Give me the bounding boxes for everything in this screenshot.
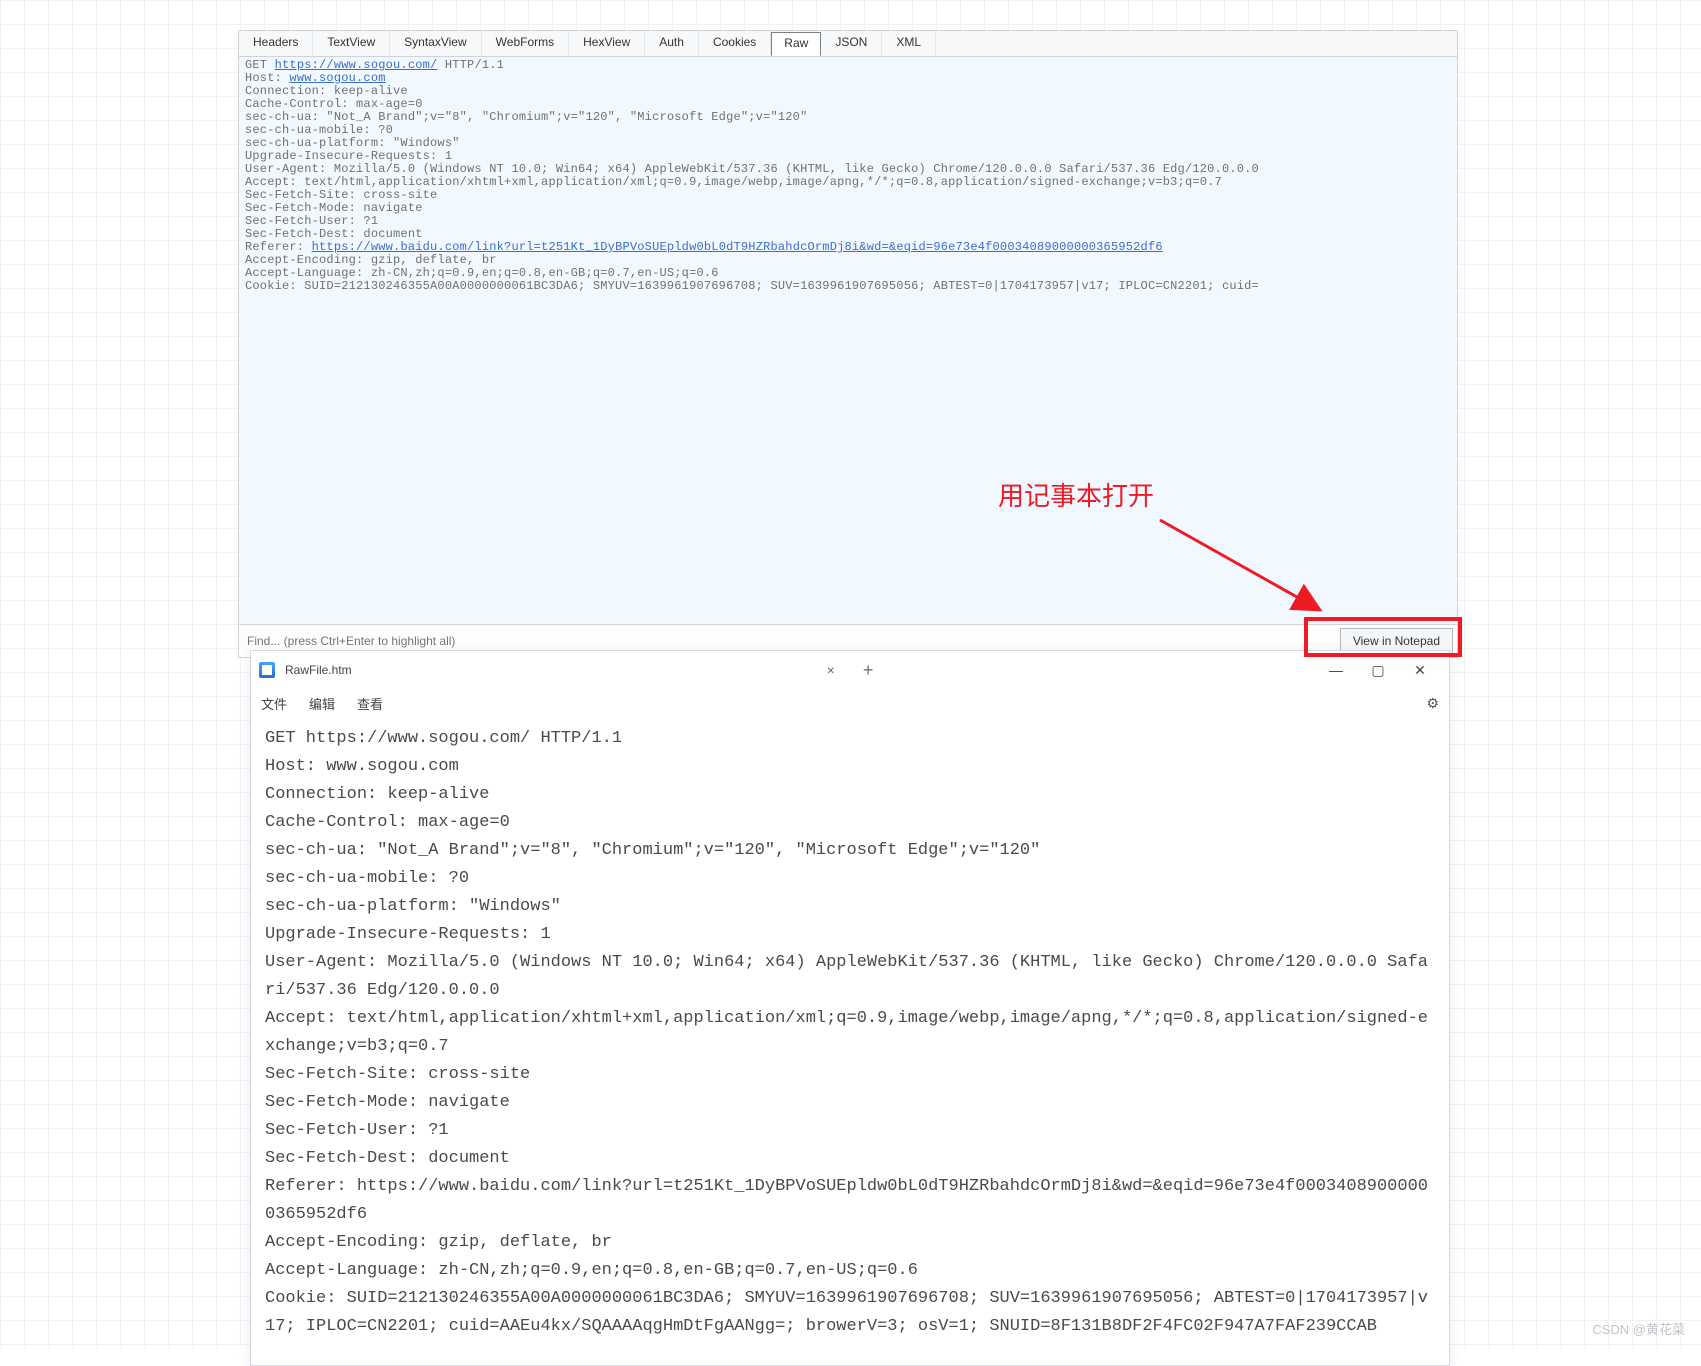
- raw-line: sec-ch-ua-platform: "Windows": [245, 136, 460, 150]
- tab-add-icon[interactable]: +: [863, 660, 874, 681]
- menu-file[interactable]: 文件: [261, 694, 287, 713]
- gear-icon[interactable]: ⚙: [1426, 695, 1439, 712]
- referer-label: Referer:: [245, 240, 312, 254]
- http-version: HTTP/1.1: [437, 58, 504, 72]
- raw-line: sec-ch-ua: "Not_A Brand";v="8", "Chromiu…: [245, 110, 808, 124]
- minimize-button[interactable]: —: [1315, 662, 1357, 678]
- raw-text-area[interactable]: GET https://www.sogou.com/ HTTP/1.1 Host…: [239, 57, 1457, 625]
- raw-line: Accept-Encoding: gzip, deflate, br: [245, 253, 497, 267]
- maximize-button[interactable]: ▢: [1357, 662, 1399, 679]
- raw-line: Accept-Language: zh-CN,zh;q=0.9,en;q=0.8…: [245, 266, 719, 280]
- raw-line: Sec-Fetch-Site: cross-site: [245, 188, 437, 202]
- raw-line: User-Agent: Mozilla/5.0 (Windows NT 10.0…: [245, 162, 1259, 176]
- menu-edit[interactable]: 编辑: [309, 694, 335, 713]
- notepad-body[interactable]: GET https://www.sogou.com/ HTTP/1.1 Host…: [251, 717, 1449, 1365]
- tab-close-icon[interactable]: ×: [827, 662, 835, 678]
- notepad-window: RawFile.htm × + — ▢ ✕ 文件 编辑 查看 ⚙ GET htt…: [250, 650, 1450, 1366]
- raw-line: Sec-Fetch-Mode: navigate: [245, 201, 423, 215]
- tab-cookies[interactable]: Cookies: [699, 31, 771, 56]
- tab-raw[interactable]: Raw: [771, 32, 821, 56]
- referer-link[interactable]: https://www.baidu.com/link?url=t251Kt_1D…: [312, 240, 1163, 254]
- tab-textview[interactable]: TextView: [313, 31, 390, 56]
- tab-hexview[interactable]: HexView: [569, 31, 645, 56]
- raw-text-content: GET https://www.sogou.com/ HTTP/1.1 Host…: [245, 59, 1453, 293]
- raw-line: Accept: text/html,application/xhtml+xml,…: [245, 175, 1222, 189]
- raw-line: Sec-Fetch-User: ?1: [245, 214, 378, 228]
- raw-line: Sec-Fetch-Dest: document: [245, 227, 423, 241]
- host-label: Host:: [245, 71, 289, 85]
- tab-auth[interactable]: Auth: [645, 31, 699, 56]
- raw-line: Cache-Control: max-age=0: [245, 97, 423, 111]
- raw-method: GET: [245, 58, 275, 72]
- annotation-label: 用记事本打开: [998, 476, 1154, 513]
- notepad-titlebar[interactable]: RawFile.htm × + — ▢ ✕: [251, 651, 1449, 689]
- document-icon: [259, 662, 275, 678]
- raw-line: sec-ch-ua-mobile: ?0: [245, 123, 393, 137]
- tab-xml[interactable]: XML: [882, 31, 936, 56]
- close-button[interactable]: ✕: [1399, 662, 1441, 679]
- notepad-menubar: 文件 编辑 查看 ⚙: [251, 689, 1449, 717]
- tab-syntaxview[interactable]: SyntaxView: [390, 31, 481, 56]
- inspector-panel: Headers TextView SyntaxView WebForms Hex…: [238, 30, 1458, 658]
- inspector-tabs: Headers TextView SyntaxView WebForms Hex…: [239, 31, 1457, 57]
- tab-webforms[interactable]: WebForms: [482, 31, 569, 56]
- tab-json[interactable]: JSON: [821, 31, 882, 56]
- menu-view[interactable]: 查看: [357, 694, 383, 713]
- notepad-title: RawFile.htm: [285, 663, 727, 677]
- raw-line: Upgrade-Insecure-Requests: 1: [245, 149, 452, 163]
- host-link[interactable]: www.sogou.com: [289, 71, 385, 85]
- raw-line: Connection: keep-alive: [245, 84, 408, 98]
- raw-line: Cookie: SUID=212130246355A00A0000000061B…: [245, 279, 1259, 293]
- tab-headers[interactable]: Headers: [239, 31, 313, 56]
- watermark: CSDN @黄花菜: [1592, 1319, 1685, 1338]
- request-url-link[interactable]: https://www.sogou.com/: [275, 58, 438, 72]
